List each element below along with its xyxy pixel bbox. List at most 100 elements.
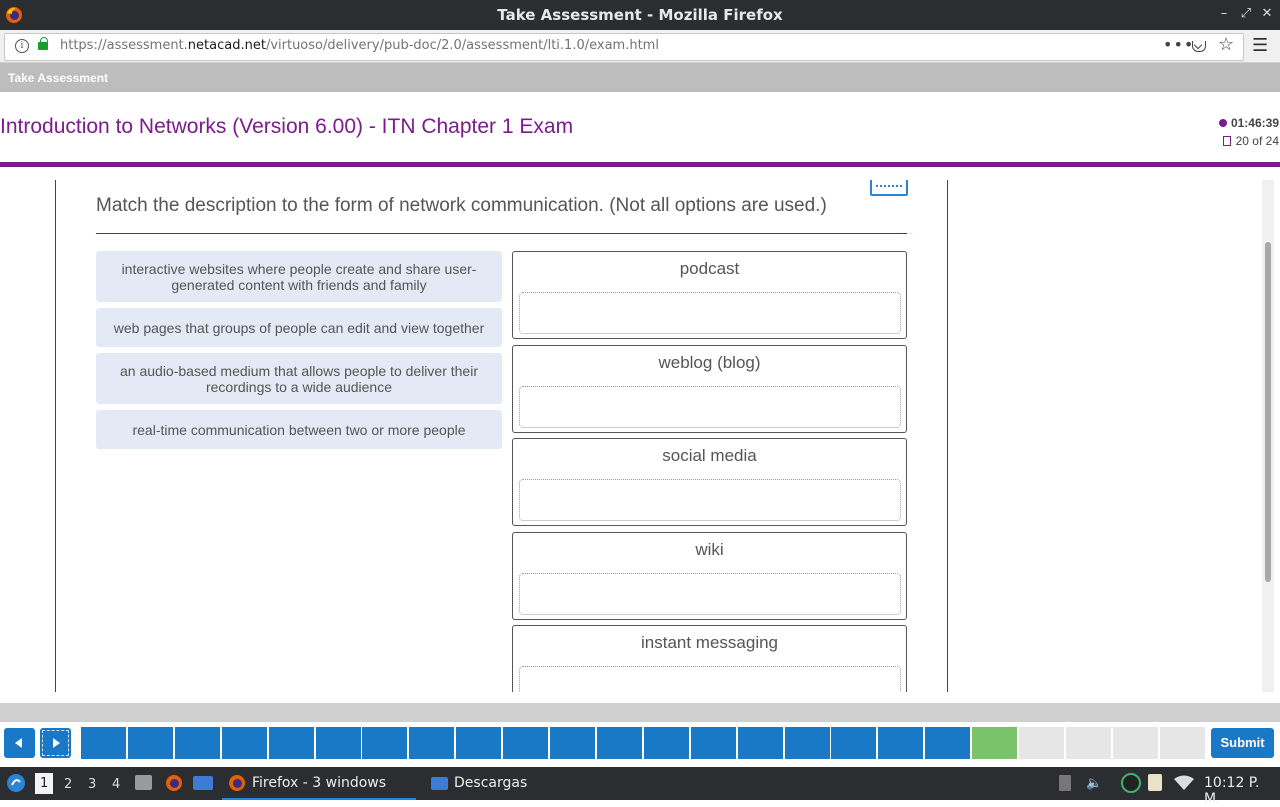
- exam-header: Introduction to Networks (Version 6.00) …: [0, 92, 1280, 163]
- app-header-title: Take Assessment: [8, 71, 109, 85]
- question-segment[interactable]: [597, 727, 642, 759]
- task-label: Firefox - 3 windows: [252, 775, 387, 791]
- drag-option[interactable]: web pages that groups of people can edit…: [96, 308, 502, 347]
- firefox-launcher-icon[interactable]: [165, 774, 183, 792]
- arrow-right-icon: [53, 738, 60, 748]
- bookmark-star-icon[interactable]: ☆: [1218, 34, 1234, 55]
- question-segment[interactable]: [1160, 727, 1205, 759]
- header-divider: [0, 162, 1280, 167]
- folder-launcher-icon[interactable]: [193, 776, 213, 790]
- question-segment[interactable]: [644, 727, 689, 759]
- notes-icon[interactable]: [1148, 774, 1162, 791]
- question-text: Match the description to the form of net…: [96, 195, 827, 216]
- next-question-button[interactable]: [40, 728, 71, 758]
- question-segment[interactable]: [972, 727, 1017, 759]
- question-segment[interactable]: [550, 727, 595, 759]
- scroll-thumb[interactable]: [1265, 242, 1271, 582]
- task-label: Descargas: [454, 775, 528, 791]
- drop-zone[interactable]: [519, 292, 901, 334]
- drop-zone[interactable]: [519, 479, 901, 521]
- target-label: social media: [662, 446, 757, 465]
- app-header: Take Assessment: [0, 63, 1280, 92]
- question-segment[interactable]: [316, 727, 361, 759]
- match-target-blog: weblog (blog): [512, 345, 907, 433]
- match-target-podcast: podcast: [512, 251, 907, 339]
- volume-icon[interactable]: 🔈: [1086, 776, 1102, 791]
- file-manager-icon[interactable]: [135, 775, 152, 790]
- target-label: podcast: [679, 259, 740, 278]
- close-icon[interactable]: ✕: [1259, 6, 1275, 21]
- question-segment[interactable]: [409, 727, 454, 759]
- firefox-icon: [229, 775, 245, 791]
- drag-option[interactable]: real-time communication between two or m…: [96, 410, 502, 449]
- minimize-icon[interactable]: –: [1216, 6, 1232, 21]
- question-segment[interactable]: [1019, 727, 1064, 759]
- question-segment[interactable]: [362, 727, 407, 759]
- question-panel: Match the description to the form of net…: [55, 180, 948, 692]
- question-segment[interactable]: [738, 727, 783, 759]
- workspace-3[interactable]: 3: [88, 777, 96, 792]
- question-counter: 20 of 24: [1222, 134, 1279, 148]
- document-icon: [1222, 136, 1231, 146]
- drag-option[interactable]: an audio-based medium that allows people…: [96, 353, 502, 404]
- start-menu-icon[interactable]: [6, 773, 26, 793]
- clock: 10:12 P. M.: [1204, 775, 1260, 807]
- timer: 01:46:39: [1218, 116, 1279, 130]
- question-navigation: Submit: [0, 722, 1280, 767]
- question-segment[interactable]: [1066, 727, 1111, 759]
- task-descargas[interactable]: Descargas: [425, 767, 575, 798]
- drop-zone[interactable]: [519, 386, 901, 428]
- taskbar: 1 2 3 4 Firefox - 3 windows Descargas 🔈 …: [0, 767, 1280, 807]
- question-segment[interactable]: [456, 727, 501, 759]
- match-target-social-media: social media: [512, 438, 907, 526]
- page-scrollbar[interactable]: [1262, 180, 1274, 692]
- target-label: wiki: [695, 540, 724, 559]
- drop-zone[interactable]: [519, 573, 901, 615]
- workspace-4[interactable]: 4: [112, 777, 120, 792]
- question-segment[interactable]: [925, 727, 970, 759]
- question-segment[interactable]: [503, 727, 548, 759]
- previous-question-button[interactable]: [4, 728, 35, 758]
- question-segment[interactable]: [1113, 727, 1158, 759]
- question-segment[interactable]: [81, 727, 126, 759]
- navigation-divider: [0, 703, 1280, 722]
- lock-icon: [38, 37, 48, 50]
- clipboard-icon[interactable]: [1059, 775, 1071, 791]
- maximize-icon[interactable]: ⤢: [1238, 6, 1254, 21]
- question-segment[interactable]: [269, 727, 314, 759]
- url-text[interactable]: https://assessment.netacad.net/virtuoso/…: [60, 38, 659, 53]
- question-segment[interactable]: [222, 727, 267, 759]
- target-label: instant messaging: [640, 633, 779, 652]
- pocket-icon[interactable]: [1192, 41, 1206, 52]
- workspace-1[interactable]: 1: [35, 773, 54, 794]
- browser-toolbar: i https://assessment.netacad.net/virtuos…: [0, 30, 1280, 63]
- match-target-instant-messaging: instant messaging: [512, 625, 907, 692]
- folder-icon: [431, 777, 448, 790]
- drag-option[interactable]: interactive websites where people create…: [96, 251, 502, 302]
- clock-icon: [1218, 119, 1227, 127]
- url-bar[interactable]: i https://assessment.netacad.net/virtuos…: [4, 33, 1244, 61]
- question-segment[interactable]: [831, 727, 876, 759]
- window-titlebar: Take Assessment - Mozilla Firefox – ⤢ ✕: [0, 0, 1280, 30]
- question-segment[interactable]: [128, 727, 173, 759]
- arrow-left-icon: [15, 738, 22, 748]
- page-actions-icon[interactable]: •••: [1163, 35, 1194, 54]
- submit-button[interactable]: Submit: [1211, 728, 1274, 758]
- target-label: weblog (blog): [658, 353, 761, 372]
- keyboard-icon[interactable]: [870, 180, 908, 196]
- question-divider: [96, 233, 907, 234]
- workspace-2[interactable]: 2: [64, 777, 72, 792]
- info-icon[interactable]: i: [15, 39, 29, 53]
- question-segment[interactable]: [878, 727, 923, 759]
- hamburger-menu-icon[interactable]: ☰: [1252, 35, 1268, 56]
- window-title: Take Assessment - Mozilla Firefox: [497, 6, 783, 24]
- status-ring-icon[interactable]: [1121, 773, 1141, 793]
- question-segment[interactable]: [175, 727, 220, 759]
- wifi-icon[interactable]: [1174, 775, 1194, 791]
- question-segment[interactable]: [691, 727, 736, 759]
- match-target-wiki: wiki: [512, 532, 907, 620]
- task-firefox[interactable]: Firefox - 3 windows: [222, 767, 416, 800]
- exam-title: Introduction to Networks (Version 6.00) …: [0, 115, 574, 138]
- question-segment[interactable]: [785, 727, 830, 759]
- drop-zone[interactable]: [519, 666, 901, 692]
